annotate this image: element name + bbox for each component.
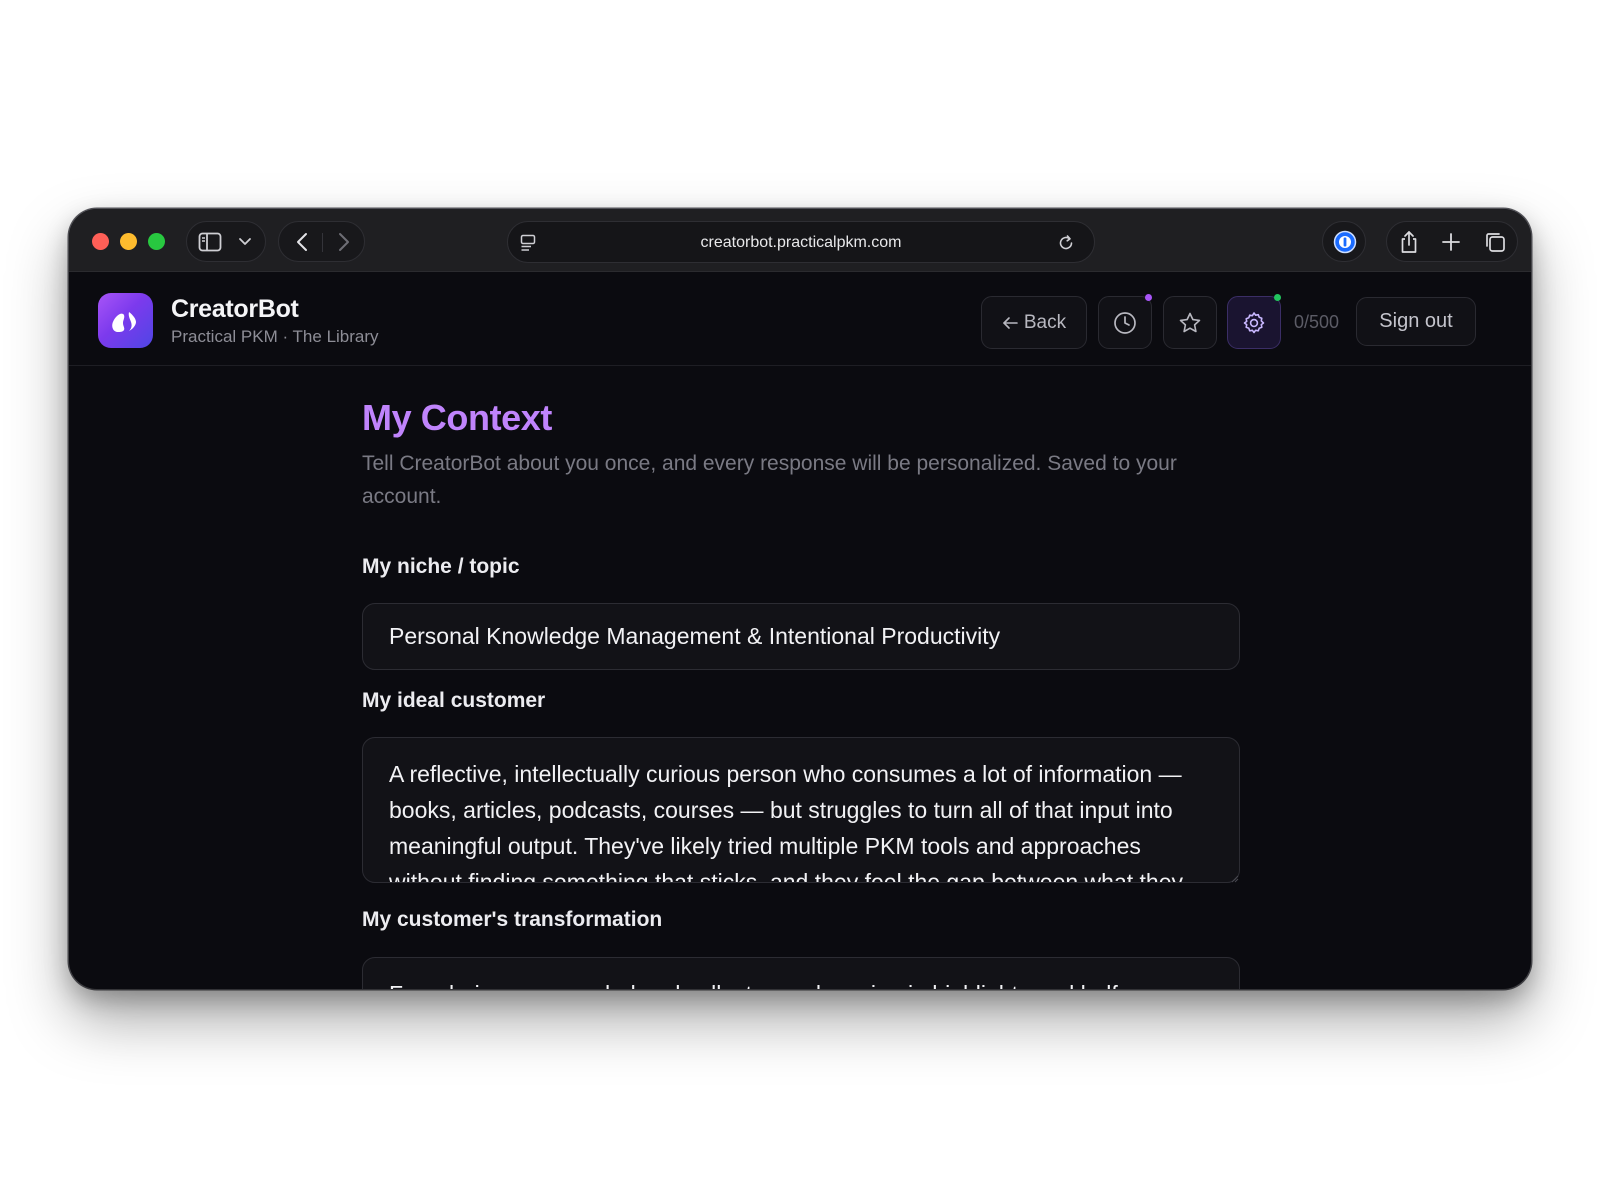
transformation-textarea[interactable]: From being an overwhelmed collector — dr…	[362, 957, 1240, 989]
browser-toolbar: creatorbot.practicalpkm.com	[69, 209, 1531, 272]
settings-status-dot	[1274, 294, 1281, 301]
window-actions	[1386, 221, 1518, 262]
clock-icon	[1113, 311, 1137, 335]
tab-overview-icon[interactable]	[1483, 230, 1507, 254]
ideal-customer-textarea[interactable]: A reflective, intellectually curious per…	[362, 737, 1240, 883]
history-notification-dot	[1145, 294, 1152, 301]
star-icon	[1178, 311, 1202, 335]
browser-window: creatorbot.practicalpkm.com CreatorBot P…	[69, 209, 1531, 989]
password-manager-icon[interactable]	[1332, 229, 1358, 255]
usage-counter: 0/500	[1294, 312, 1340, 332]
favorites-button[interactable]	[1163, 296, 1217, 349]
settings-button[interactable]	[1227, 296, 1281, 349]
share-icon[interactable]	[1397, 230, 1421, 254]
url-text[interactable]: creatorbot.practicalpkm.com	[508, 222, 1094, 264]
gear-icon	[1241, 310, 1267, 336]
creatorbot-logo-icon[interactable]	[98, 293, 153, 348]
back-button[interactable]: Back	[981, 296, 1087, 349]
password-manager	[1322, 221, 1366, 262]
address-bar[interactable]: creatorbot.practicalpkm.com	[507, 221, 1095, 263]
arrow-left-icon	[1002, 316, 1018, 330]
context-page: My Context Tell CreatorBot about you onc…	[69, 367, 1531, 989]
history-button[interactable]	[1098, 296, 1152, 349]
chevron-right-icon[interactable]	[333, 231, 355, 253]
niche-input[interactable]: Personal Knowledge Management & Intentio…	[362, 603, 1240, 670]
chevron-down-icon[interactable]	[237, 234, 253, 250]
reload-icon[interactable]	[1056, 233, 1076, 253]
ideal-customer-label: My ideal customer	[362, 689, 546, 712]
sign-out-button[interactable]: Sign out	[1356, 297, 1476, 346]
chevron-left-icon[interactable]	[291, 231, 313, 253]
zoom-window-button[interactable]	[148, 233, 165, 250]
brand-subtitle: Practical PKM · The Library	[171, 327, 379, 346]
history-nav	[278, 221, 365, 262]
page-description: Tell CreatorBot about you once, and ever…	[362, 452, 1177, 508]
sidebar-control	[186, 221, 266, 262]
page-title: My Context	[362, 397, 553, 438]
close-window-button[interactable]	[92, 233, 109, 250]
resize-handle-icon[interactable]	[1229, 870, 1239, 883]
sidebar-toggle-icon[interactable]	[198, 231, 222, 253]
minimize-window-button[interactable]	[120, 233, 137, 250]
plus-icon[interactable]	[1440, 231, 1462, 253]
brand-name: CreatorBot	[171, 295, 299, 323]
niche-label: My niche / topic	[362, 555, 520, 578]
transformation-label: My customer's transformation	[362, 908, 663, 931]
nav-divider	[322, 233, 323, 252]
app-header: CreatorBot Practical PKM · The Library B…	[69, 273, 1531, 366]
back-button-label: Back	[1023, 311, 1067, 333]
